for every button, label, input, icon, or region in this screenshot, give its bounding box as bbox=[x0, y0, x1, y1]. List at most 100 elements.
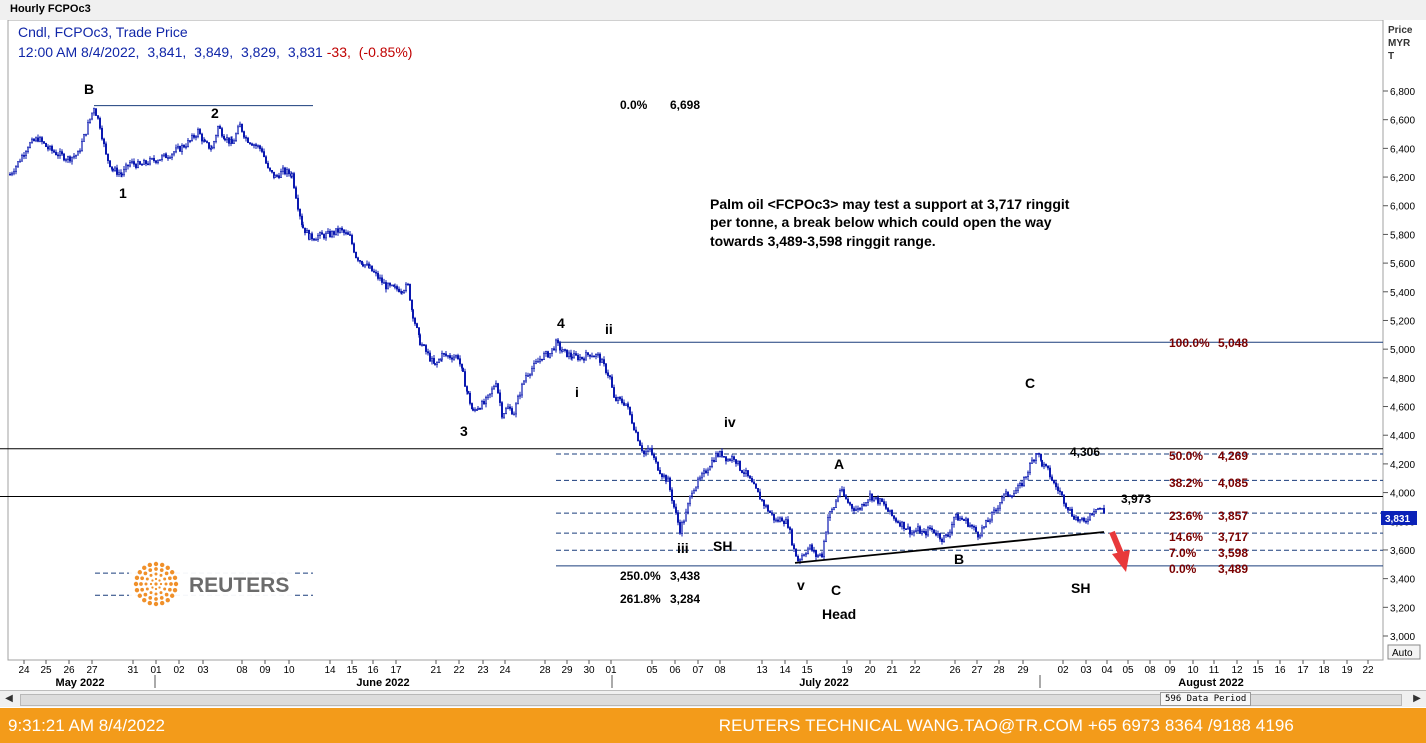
candle-body bbox=[596, 353, 599, 356]
candle-body bbox=[204, 140, 207, 142]
candle-body bbox=[1057, 486, 1060, 492]
header-time: 12:00 AM 8/4/2022, bbox=[18, 44, 139, 60]
candle-body bbox=[107, 153, 110, 161]
candle-body bbox=[420, 344, 423, 346]
date-tick-label: 04 bbox=[1101, 665, 1113, 676]
candle-body bbox=[183, 145, 186, 148]
price-tick-label: 4,000 bbox=[1390, 489, 1415, 500]
candle-body bbox=[1016, 485, 1019, 491]
candle-body bbox=[199, 129, 202, 135]
candle-body bbox=[796, 556, 799, 562]
price-tick-label: 6,200 bbox=[1390, 173, 1415, 184]
date-tick-label: 10 bbox=[283, 665, 295, 676]
candle-body bbox=[934, 532, 937, 536]
scroll-right-icon[interactable]: ▶ bbox=[1410, 693, 1424, 705]
candle-body bbox=[750, 478, 753, 483]
candle-body bbox=[970, 524, 973, 527]
candle-body bbox=[716, 453, 719, 457]
candle-body bbox=[706, 469, 709, 474]
candle-body bbox=[610, 376, 613, 388]
candle-body bbox=[316, 235, 319, 240]
candle-body bbox=[822, 541, 825, 558]
candle-body bbox=[800, 555, 803, 560]
candle-body bbox=[646, 448, 649, 453]
candle-body bbox=[584, 352, 587, 361]
candle-body bbox=[465, 386, 468, 392]
candle-body bbox=[1065, 503, 1068, 508]
candle-body bbox=[526, 375, 529, 377]
candle-body bbox=[666, 477, 669, 482]
candle-body bbox=[26, 147, 29, 152]
wave-label-B-right: B bbox=[954, 551, 964, 567]
header-high: 3,849, bbox=[194, 44, 233, 60]
date-tick-label: 19 bbox=[841, 665, 853, 676]
candle-body bbox=[1099, 507, 1102, 510]
candle-body bbox=[736, 460, 739, 464]
candle-body bbox=[147, 163, 150, 166]
candle-body bbox=[44, 142, 47, 148]
price-chart[interactable]: Cndl, FCPOc3, Trade Price 12:00 AM 8/4/2… bbox=[0, 20, 1426, 690]
date-tick-label: 05 bbox=[646, 665, 658, 676]
candle-body bbox=[473, 409, 476, 411]
candle-body bbox=[563, 349, 566, 351]
date-tick-label: 26 bbox=[949, 665, 961, 676]
candle-body bbox=[20, 155, 23, 162]
candle-body bbox=[714, 453, 717, 462]
date-tick-label: 22 bbox=[453, 665, 465, 676]
candle-body bbox=[193, 135, 196, 138]
candle-body bbox=[1091, 513, 1094, 515]
price-tick-label: 5,400 bbox=[1390, 288, 1415, 299]
scroll-left-icon[interactable]: ◀ bbox=[2, 693, 16, 705]
candle-body bbox=[95, 108, 98, 116]
candle-body bbox=[964, 518, 967, 521]
header-low: 3,829, bbox=[241, 44, 280, 60]
candle-body bbox=[702, 470, 705, 475]
candle-body bbox=[758, 491, 761, 500]
candle-body bbox=[700, 473, 703, 479]
candle-body bbox=[880, 498, 883, 502]
candle-body bbox=[684, 511, 687, 522]
candle-body bbox=[62, 153, 65, 161]
candle-body bbox=[89, 118, 92, 123]
candle-body bbox=[1073, 515, 1076, 520]
candle-body bbox=[133, 161, 136, 165]
candle-body bbox=[842, 489, 845, 497]
date-tick-label: 15 bbox=[346, 665, 358, 676]
header-change-pct: (-0.85%) bbox=[359, 44, 413, 60]
date-tick-label: 17 bbox=[390, 665, 402, 676]
candle-body bbox=[46, 146, 49, 150]
candle-body bbox=[704, 470, 707, 474]
candle-body bbox=[233, 140, 236, 144]
chart-header-line1: Cndl, FCPOc3, Trade Price bbox=[18, 24, 188, 40]
candle-body bbox=[243, 131, 246, 138]
candle-body bbox=[686, 503, 689, 513]
candle-body bbox=[630, 414, 633, 424]
candle-body bbox=[1051, 476, 1054, 481]
candle-body bbox=[395, 286, 398, 290]
candle-body bbox=[844, 495, 847, 500]
candle-body bbox=[998, 502, 1001, 509]
candle-body bbox=[109, 160, 112, 168]
candle-body bbox=[1004, 491, 1007, 495]
candle-body bbox=[105, 143, 108, 155]
horizontal-scrollbar[interactable]: ◀ 596 Data Period ▶ bbox=[0, 690, 1426, 707]
candle-body bbox=[460, 363, 463, 369]
candle-body bbox=[365, 263, 368, 266]
candle-body bbox=[1008, 495, 1011, 498]
candle-body bbox=[928, 527, 931, 529]
candle-body bbox=[488, 393, 491, 396]
candle-body bbox=[258, 145, 261, 149]
date-tick-label: 08 bbox=[1144, 665, 1156, 676]
price-tick-label: 5,000 bbox=[1390, 345, 1415, 356]
candle-body bbox=[461, 367, 464, 372]
candle-body bbox=[208, 142, 211, 149]
candle-body bbox=[774, 519, 777, 522]
candle-body bbox=[135, 163, 138, 168]
candle-body bbox=[956, 513, 959, 521]
fib-ext-pct-250: 250.0% bbox=[620, 569, 661, 583]
candle-body bbox=[450, 357, 453, 360]
candle-body bbox=[361, 264, 364, 267]
candle-body bbox=[137, 161, 140, 168]
candle-body bbox=[173, 151, 176, 155]
candle-body bbox=[508, 406, 511, 409]
